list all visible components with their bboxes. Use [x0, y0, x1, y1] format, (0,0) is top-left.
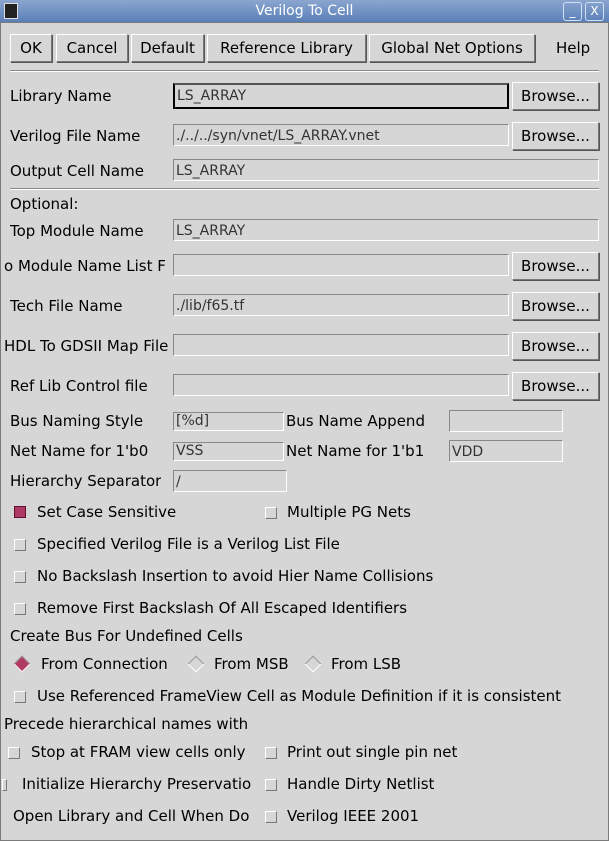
verilog-browse-button[interactable]: Browse...	[512, 122, 599, 150]
no-backslash-checkbox[interactable]	[14, 571, 26, 583]
create-bus-label: Create Bus For Undefined Cells	[10, 627, 243, 645]
set-case-sensitive-checkbox[interactable]	[14, 506, 26, 518]
ref-lib-control-input[interactable]	[173, 374, 509, 396]
ref-lib-control-label: Ref Lib Control file	[10, 377, 148, 395]
window-title: Verilog To Cell	[255, 3, 354, 19]
hdl-gdsii-map-input[interactable]	[173, 334, 509, 356]
ok-button[interactable]: OK	[10, 34, 52, 62]
no-backslash-label: No Backslash Insertion to avoid Hier Nam…	[37, 567, 434, 585]
verilog-list-file-label: Specified Verilog File is a Verilog List…	[37, 535, 340, 553]
from-connection-label: From Connection	[41, 655, 168, 673]
separator	[10, 70, 599, 72]
net-1b0-input[interactable]: VSS	[173, 442, 284, 461]
cancel-button[interactable]: Cancel	[56, 34, 128, 62]
default-button[interactable]: Default	[131, 34, 204, 62]
from-msb-label: From MSB	[214, 655, 289, 673]
minimize-button[interactable]: _	[563, 2, 582, 21]
from-lsb-label: From LSB	[331, 655, 402, 673]
window-menu-icon[interactable]	[4, 3, 18, 19]
bus-naming-style-label: Bus Naming Style	[10, 412, 144, 430]
precede-label: Precede hierarchical names with	[4, 715, 249, 733]
verilog-ieee-label: Verilog IEEE 2001	[287, 807, 420, 825]
net-1b0-label: Net Name for 1'b0	[10, 442, 149, 460]
multiple-pg-nets-checkbox[interactable]	[265, 507, 277, 519]
use-frameview-checkbox[interactable]	[14, 691, 26, 703]
tech-file-browse-button[interactable]: Browse...	[512, 292, 599, 320]
multiple-pg-nets-label: Multiple PG Nets	[287, 503, 411, 521]
stop-fram-label: Stop at FRAM view cells only	[31, 743, 246, 761]
separator	[10, 188, 599, 190]
bus-name-append-input[interactable]	[449, 410, 563, 432]
tech-file-name-label: Tech File Name	[10, 297, 123, 315]
ref-lib-browse-button[interactable]: Browse...	[512, 372, 599, 400]
stop-fram-checkbox[interactable]	[8, 747, 20, 759]
verilog-file-name-label: Verilog File Name	[10, 127, 141, 145]
handle-dirty-label: Handle Dirty Netlist	[287, 775, 435, 793]
use-frameview-label: Use Referenced FrameView Cell as Module …	[37, 687, 562, 705]
print-single-pin-label: Print out single pin net	[287, 743, 458, 761]
library-name-label: Library Name	[10, 87, 112, 105]
open-library-label[interactable]: Open Library and Cell When Do	[13, 807, 259, 825]
top-module-name-input[interactable]: LS_ARRAY	[173, 219, 599, 241]
title-bar: Verilog To Cell	[0, 0, 609, 22]
net-1b1-input[interactable]: VDD	[449, 440, 563, 462]
bus-naming-style-input[interactable]: [%d]	[173, 412, 284, 431]
tech-file-name-input[interactable]: ./lib/f65.tf	[173, 294, 509, 316]
net-1b1-label: Net Name for 1'b1	[286, 442, 425, 460]
print-single-pin-checkbox[interactable]	[265, 747, 277, 759]
module-name-list-label: o Module Name List F	[4, 257, 166, 275]
init-hier-checkbox[interactable]	[2, 779, 7, 791]
library-browse-button[interactable]: Browse...	[512, 82, 599, 110]
remove-backslash-label: Remove First Backslash Of All Escaped Id…	[37, 599, 408, 617]
module-name-list-input[interactable]	[173, 254, 509, 276]
bus-name-append-label: Bus Name Append	[286, 412, 425, 430]
global-net-options-button[interactable]: Global Net Options	[369, 34, 535, 62]
remove-backslash-checkbox[interactable]	[14, 603, 26, 615]
close-button[interactable]: X	[585, 2, 604, 21]
reference-library-button[interactable]: Reference Library	[207, 34, 366, 62]
hier-sep-input[interactable]: /	[173, 470, 287, 492]
hdl-gdsii-map-label: HDL To GDSII Map File	[4, 337, 169, 355]
optional-label: Optional:	[10, 195, 79, 213]
verilog-ieee-checkbox[interactable]	[265, 811, 277, 823]
hier-sep-label: Hierarchy Separator	[10, 472, 162, 490]
verilog-file-name-input[interactable]: ./../../syn/vnet/LS_ARRAY.vnet	[173, 124, 509, 146]
verilog-list-file-checkbox[interactable]	[14, 539, 26, 551]
set-case-sensitive-label: Set Case Sensitive	[37, 503, 177, 521]
module-list-browse-button[interactable]: Browse...	[512, 252, 599, 280]
output-cell-name-input[interactable]: LS_ARRAY	[173, 159, 599, 181]
handle-dirty-checkbox[interactable]	[265, 779, 277, 791]
init-hier-label: Initialize Hierarchy Preservatio	[22, 775, 252, 793]
output-cell-name-label: Output Cell Name	[10, 162, 144, 180]
map-file-browse-button[interactable]: Browse...	[512, 332, 599, 360]
top-module-name-label: Top Module Name	[10, 222, 144, 240]
library-name-input[interactable]: LS_ARRAY	[173, 83, 509, 109]
help-button[interactable]: Help	[556, 39, 590, 57]
